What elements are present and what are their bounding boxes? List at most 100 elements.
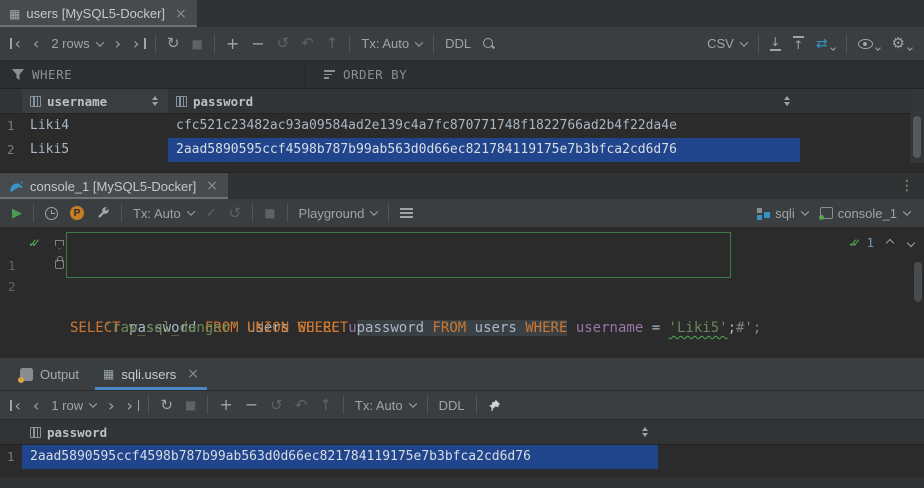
table-row[interactable]: 2 Liki5 2aad5890595ccf4598b787b99ab563d0… — [0, 138, 924, 162]
close-icon[interactable]: × — [175, 7, 187, 21]
tab-users-grid[interactable]: ▦ users [MySQL5-Docker] × — [0, 0, 197, 27]
tab-title: Output — [40, 367, 79, 382]
grid-scrollbar-thumb[interactable] — [913, 116, 921, 158]
first-page-button[interactable]: ‹ — [4, 32, 27, 56]
next-page-button[interactable]: › — [102, 393, 120, 417]
rollback-icon: ↺ — [223, 201, 248, 225]
close-icon[interactable]: × — [187, 367, 199, 381]
rows-count-dropdown[interactable]: 1 row — [45, 393, 102, 417]
tab-result-grid[interactable]: ▦ sqli.users × — [91, 358, 211, 390]
column-name: username — [47, 94, 107, 109]
active-tab-indicator — [95, 387, 207, 390]
previous-page-button[interactable]: ‹ — [27, 32, 45, 56]
delete-row-button[interactable]: − — [245, 32, 270, 56]
submit-icon: ↑ — [313, 393, 338, 417]
table-row[interactable]: 1 2aad5890595ccf4598b787b99ab563d0d66ec8… — [0, 445, 924, 469]
playground-mode-dropdown[interactable]: Playground — [293, 201, 384, 225]
session-dropdown[interactable]: console_1 — [814, 201, 916, 225]
order-by-input[interactable]: ORDER BY — [343, 67, 407, 82]
injection-lock-icon[interactable] — [55, 260, 64, 269]
stop-icon: ■ — [186, 32, 209, 56]
reload-page-icon[interactable]: ↻ — [161, 32, 186, 56]
next-result-icon[interactable] — [907, 238, 915, 246]
add-row-button[interactable]: + — [213, 393, 238, 417]
order-by-icon — [324, 70, 335, 79]
cell-username[interactable]: Liki5 — [22, 138, 168, 162]
sort-toggle-icon[interactable] — [784, 96, 790, 106]
row-number: 2 — [0, 138, 22, 162]
rows-count-dropdown[interactable]: 2 rows — [45, 32, 108, 56]
top-grid-header: username password — [0, 89, 924, 114]
last-page-button[interactable]: › — [121, 393, 144, 417]
sql-editor[interactable]: 1 ✓✓ SELECT password FROM users WHERE us… — [0, 228, 924, 358]
compare-icon[interactable]: ⇄ — [810, 32, 841, 56]
export-format-dropdown[interactable]: CSV — [701, 32, 753, 56]
table-icon: ▦ — [103, 368, 114, 380]
wrench-icon — [96, 206, 110, 220]
table-icon: ▦ — [9, 8, 20, 20]
rollback-icon: ↶ — [289, 393, 314, 417]
where-filter-input[interactable]: WHERE — [32, 67, 72, 82]
tx-mode-dropdown[interactable]: Tx: Auto — [349, 393, 422, 417]
results-panel-tabbar: Output ▦ sqli.users × — [0, 358, 924, 391]
editor-line[interactable]: 1 ✓✓ SELECT password FROM users WHERE us… — [0, 234, 924, 255]
revert-icon: ↺ — [264, 393, 289, 417]
add-row-button[interactable]: + — [220, 32, 245, 56]
mysql-dolphin-icon — [9, 180, 24, 193]
delete-row-button[interactable]: − — [239, 393, 264, 417]
ddl-button[interactable]: DDL — [439, 32, 477, 56]
first-page-button[interactable]: ‹ — [4, 393, 27, 417]
wrench-settings-icon[interactable] — [90, 201, 116, 225]
tx-mode-dropdown[interactable]: Tx: Auto — [127, 201, 200, 225]
schema-dropdown[interactable]: sqli — [750, 201, 814, 225]
editor-scrollbar-thumb[interactable] — [914, 262, 922, 302]
tab-output[interactable]: Output — [8, 358, 91, 390]
reload-page-icon[interactable]: ↻ — [154, 393, 179, 417]
pin-icon — [488, 399, 501, 412]
execute-play-button[interactable]: ▶ — [6, 201, 28, 225]
result-count: 1 — [866, 235, 874, 250]
next-page-button[interactable]: › — [109, 32, 127, 56]
cell-username[interactable]: Liki4 — [22, 114, 168, 138]
history-clock-icon[interactable] — [39, 201, 64, 225]
column-header-username[interactable]: username — [22, 89, 168, 113]
settings-gear-icon[interactable]: ⚙ — [886, 32, 918, 56]
pin-tab-icon[interactable] — [482, 393, 507, 417]
statement-executed-check-icon: ✓✓ — [28, 237, 41, 249]
bottom-scrollbar-lane[interactable] — [0, 478, 924, 488]
column-header-password[interactable]: password — [168, 89, 800, 113]
parameters-icon[interactable]: P — [64, 201, 90, 225]
cell-password-selected[interactable]: 2aad5890595ccf4598b787b99ab563d0d66ec821… — [22, 445, 658, 469]
execution-result-navigator: ✓✓ 1 — [848, 235, 914, 250]
output-layout-icon[interactable] — [394, 201, 419, 225]
column-name: password — [193, 94, 253, 109]
cell-password[interactable]: cfc521c23482ac93a09584ad2e139c4a7fc87077… — [168, 114, 800, 138]
column-header-password[interactable]: password — [22, 420, 658, 444]
output-icon — [20, 368, 33, 381]
tx-mode-dropdown[interactable]: Tx: Auto — [355, 32, 428, 56]
column-icon — [30, 427, 41, 438]
view-options-icon[interactable] — [852, 32, 886, 56]
close-icon[interactable]: × — [206, 179, 218, 193]
editor-line[interactable]: 2 'raw_sql_danger' UNION SELECT password… — [0, 255, 924, 276]
export-data-icon[interactable]: ↓ — [764, 32, 787, 56]
injection-marker-icon[interactable] — [55, 240, 64, 249]
kebab-menu-icon[interactable]: ⋮ — [894, 174, 920, 198]
last-page-button[interactable]: › — [127, 32, 150, 56]
ddl-button[interactable]: DDL — [433, 393, 471, 417]
rollback-icon: ↶ — [295, 32, 320, 56]
previous-page-button[interactable]: ‹ — [27, 393, 45, 417]
import-data-icon[interactable]: ↑ — [787, 32, 810, 56]
sort-toggle-icon[interactable] — [152, 96, 158, 106]
top-editor-tabbar: ▦ users [MySQL5-Docker] × — [0, 0, 924, 27]
sort-toggle-icon[interactable] — [642, 427, 648, 437]
success-check-icon: ✓✓ — [848, 237, 861, 249]
search-icon[interactable] — [477, 32, 501, 56]
tab-console[interactable]: console_1 [MySQL5-Docker] × — [0, 173, 228, 199]
cell-password-selected[interactable]: 2aad5890595ccf4598b787b99ab563d0d66ec821… — [168, 138, 800, 162]
tab-title: console_1 [MySQL5-Docker] — [30, 179, 196, 194]
commit-check-icon: ✓ — [200, 201, 223, 225]
table-row[interactable]: 1 Liki4 cfc521c23482ac93a09584ad2e139c4a… — [0, 114, 924, 138]
previous-result-icon[interactable] — [886, 238, 894, 246]
row-number: 1 — [0, 114, 22, 138]
